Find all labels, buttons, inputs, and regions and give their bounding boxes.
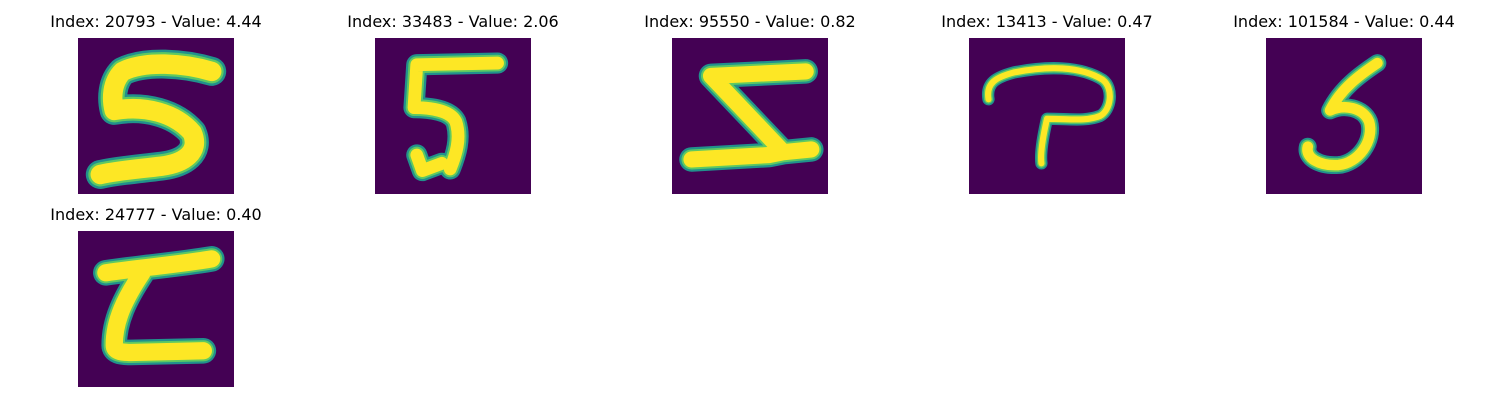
panel-title: Index: 95550 - Value: 0.82 bbox=[644, 12, 856, 31]
digit-panel: Index: 33483 - Value: 2.06 bbox=[323, 11, 583, 201]
handwritten-5-image bbox=[1266, 38, 1422, 194]
handwritten-z-image bbox=[672, 38, 828, 194]
panel-title: Index: 24777 - Value: 0.40 bbox=[50, 205, 262, 224]
panel-title: Index: 101584 - Value: 0.44 bbox=[1233, 12, 1455, 31]
digit-panel: Index: 101584 - Value: 0.44 bbox=[1214, 11, 1474, 201]
digit-panel: Index: 24777 - Value: 0.40 bbox=[26, 204, 286, 394]
handwritten-p-image bbox=[969, 38, 1125, 194]
panel-title: Index: 33483 - Value: 2.06 bbox=[347, 12, 559, 31]
digit-panel: Index: 20793 - Value: 4.44 bbox=[26, 11, 286, 201]
panel-title: Index: 20793 - Value: 4.44 bbox=[50, 12, 262, 31]
digit-panel: Index: 13413 - Value: 0.47 bbox=[917, 11, 1177, 201]
handwritten-5-image bbox=[78, 38, 234, 194]
panel-title: Index: 13413 - Value: 0.47 bbox=[941, 12, 1153, 31]
handwritten-5-image bbox=[375, 38, 531, 194]
handwritten-z-image bbox=[78, 231, 234, 387]
digit-panel: Index: 95550 - Value: 0.82 bbox=[620, 11, 880, 201]
